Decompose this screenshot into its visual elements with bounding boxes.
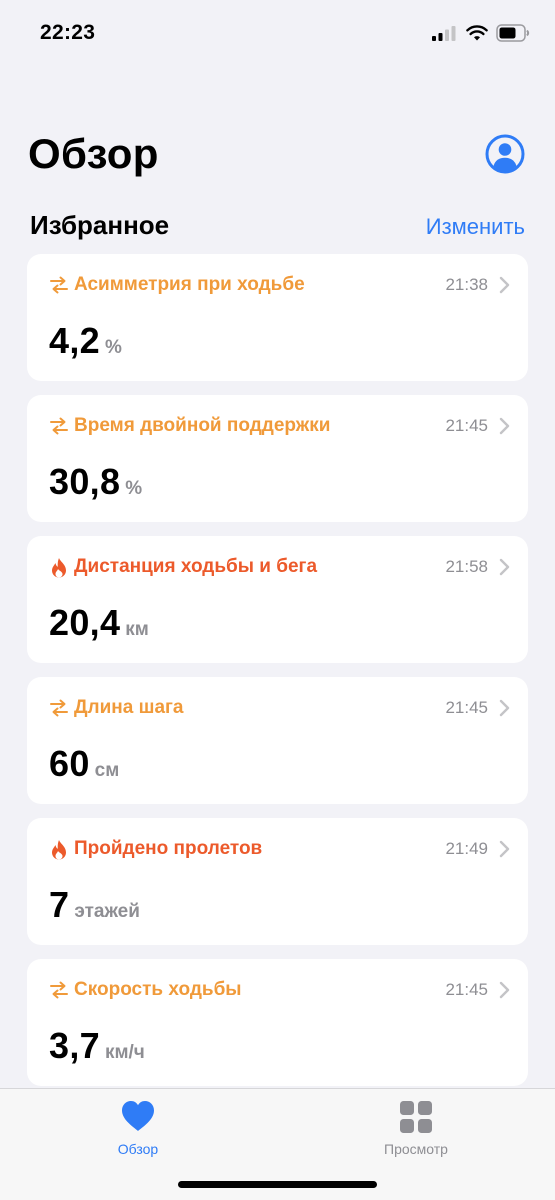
card-title: Асимметрия при ходьбе [74, 274, 305, 295]
card-title: Скорость ходьбы [74, 979, 242, 1000]
card-value: 20,4 км [49, 602, 149, 644]
arrows-mobility-icon [49, 275, 69, 295]
tab-browse-label: Просмотр [384, 1141, 448, 1157]
wifi-icon [466, 25, 488, 41]
value-number: 30,8 [49, 461, 121, 502]
favorite-card[interactable]: Асимметрия при ходьбе 21:38 4,2% [27, 254, 528, 381]
edit-button[interactable]: Изменить [426, 214, 525, 240]
favorite-card[interactable]: Время двойной поддержки 21:45 30,8% [27, 395, 528, 522]
favorite-card[interactable]: Дистанция ходьбы и бега 21:58 20,4 км [27, 536, 528, 663]
card-header: Длина шага 21:45 [49, 695, 510, 721]
arrows-mobility-icon [49, 416, 69, 436]
tab-summary[interactable]: Обзор [78, 1099, 198, 1157]
heart-icon [122, 1101, 154, 1131]
favorites-title: Избранное [30, 210, 170, 240]
status-bar: 22:23 [0, 0, 555, 66]
chevron-right-icon [499, 276, 510, 294]
card-time: 21:49 [445, 839, 488, 858]
card-header: Асимметрия при ходьбе 21:38 [49, 272, 510, 298]
card-value: 60 см [49, 743, 119, 785]
chevron-right-icon [499, 558, 510, 576]
value-number: 3,7 [49, 1025, 100, 1066]
tab-browse[interactable]: Просмотр [356, 1099, 476, 1157]
card-value: 4,2% [49, 320, 122, 362]
cellular-signal-icon [432, 26, 456, 41]
home-indicator [178, 1181, 377, 1188]
card-title: Длина шага [74, 697, 184, 718]
favorite-card[interactable]: Скорость ходьбы 21:45 3,7 км/ч [27, 959, 528, 1086]
value-number: 7 [49, 884, 70, 925]
card-header: Время двойной поддержки 21:45 [49, 413, 510, 439]
card-time: 21:38 [445, 275, 488, 294]
card-title: Пройдено пролетов [74, 838, 263, 859]
value-number: 4,2 [49, 320, 100, 361]
grid-icon [400, 1101, 432, 1133]
battery-icon [496, 24, 530, 42]
value-unit: % [104, 337, 122, 358]
favorite-card[interactable]: Длина шага 21:45 60 см [27, 677, 528, 804]
value-unit: км [125, 619, 149, 640]
chevron-right-icon [499, 840, 510, 858]
card-time: 21:45 [445, 416, 488, 435]
favorite-card[interactable]: Пройдено пролетов 21:49 7 этажей [27, 818, 528, 945]
card-time: 21:45 [445, 698, 488, 717]
status-time: 22:23 [40, 21, 96, 44]
chevron-right-icon [499, 699, 510, 717]
status-icons [432, 22, 530, 44]
value-unit: этажей [74, 901, 140, 922]
person-circle-icon[interactable] [485, 134, 525, 174]
value-number: 60 [49, 743, 90, 784]
card-header: Дистанция ходьбы и бега 21:58 [49, 554, 510, 580]
card-value: 3,7 км/ч [49, 1025, 145, 1067]
value-unit: % [125, 478, 143, 499]
value-unit: км/ч [104, 1042, 145, 1063]
favorites-list: Асимметрия при ходьбе 21:38 4,2% Время двой… [27, 254, 528, 1100]
card-title: Время двойной поддержки [74, 415, 331, 436]
card-header: Скорость ходьбы 21:45 [49, 977, 510, 1003]
arrows-mobility-icon [49, 980, 69, 1000]
tab-summary-label: Обзор [117, 1141, 159, 1157]
flame-icon [49, 839, 69, 859]
chevron-right-icon [499, 981, 510, 999]
chevron-right-icon [499, 417, 510, 435]
card-time: 21:58 [445, 557, 488, 576]
card-header: Пройдено пролетов 21:49 [49, 836, 510, 862]
card-time: 21:45 [445, 980, 488, 999]
card-value: 30,8% [49, 461, 142, 503]
page-title: Обзор [28, 130, 159, 177]
value-number: 20,4 [49, 602, 121, 643]
flame-icon [49, 557, 69, 577]
card-title: Дистанция ходьбы и бега [74, 556, 318, 577]
value-unit: см [94, 760, 120, 781]
arrows-mobility-icon [49, 698, 69, 718]
card-value: 7 этажей [49, 884, 140, 926]
